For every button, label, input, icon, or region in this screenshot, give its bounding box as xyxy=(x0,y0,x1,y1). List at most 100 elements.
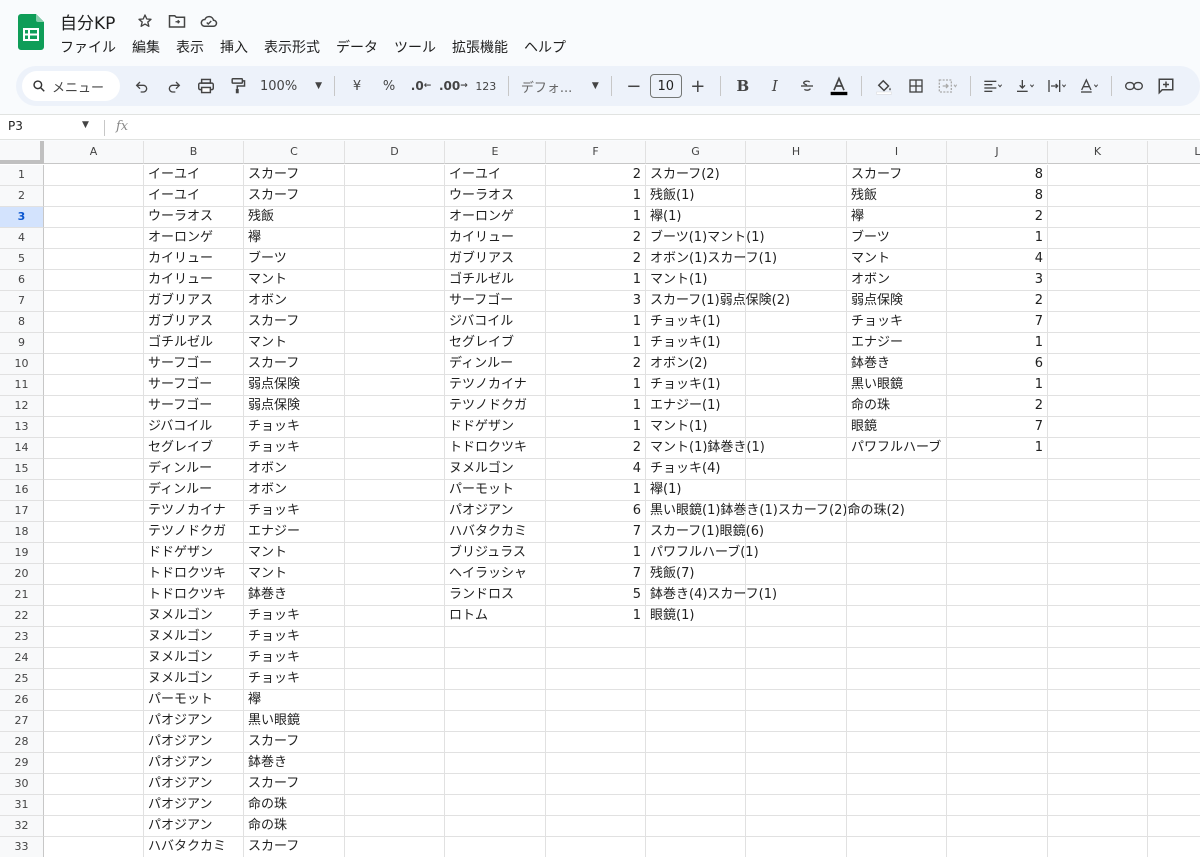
cell-K23[interactable] xyxy=(1048,627,1148,648)
cell-L5[interactable] xyxy=(1148,249,1200,270)
cell-J4[interactable]: 1 xyxy=(947,228,1048,249)
row-header-25[interactable]: 25 xyxy=(0,669,44,690)
cell-A3[interactable] xyxy=(44,207,144,228)
cell-K5[interactable] xyxy=(1048,249,1148,270)
row-header-19[interactable]: 19 xyxy=(0,543,44,564)
cell-G5[interactable]: オボン(1)スカーフ(1) xyxy=(646,249,777,270)
cell-G12[interactable]: エナジー(1) xyxy=(646,396,746,417)
cell-E8[interactable]: ジバコイル xyxy=(445,312,546,333)
row-header-18[interactable]: 18 xyxy=(0,522,44,543)
cell-J14[interactable]: 1 xyxy=(947,438,1048,459)
cell-I11[interactable]: 黒い眼鏡 xyxy=(847,375,947,396)
merge-cells-button[interactable] xyxy=(934,72,962,100)
cell-J1[interactable]: 8 xyxy=(947,165,1048,186)
row-header-10[interactable]: 10 xyxy=(0,354,44,375)
cell-K13[interactable] xyxy=(1048,417,1148,438)
cell-H24[interactable] xyxy=(746,648,847,669)
cell-L17[interactable] xyxy=(1148,501,1200,522)
decrease-font-size-button[interactable]: − xyxy=(620,72,648,100)
cell-H22[interactable] xyxy=(746,606,847,627)
cell-D31[interactable] xyxy=(345,795,445,816)
column-header-A[interactable]: A xyxy=(44,141,144,164)
cell-J6[interactable]: 3 xyxy=(947,270,1048,291)
row-header-4[interactable]: 4 xyxy=(0,228,44,249)
cell-L6[interactable] xyxy=(1148,270,1200,291)
cell-L29[interactable] xyxy=(1148,753,1200,774)
row-header-33[interactable]: 33 xyxy=(0,837,44,857)
cell-F28[interactable] xyxy=(546,732,646,753)
cell-E11[interactable]: テツノカイナ xyxy=(445,375,546,396)
cell-J18[interactable] xyxy=(947,522,1048,543)
cell-G9[interactable]: チョッキ(1) xyxy=(646,333,746,354)
cell-G30[interactable] xyxy=(646,774,746,795)
sheet-grid[interactable]: A B C D E F G H I J K L 1 イーユイ スカーフ イーユイ 2 スカーフ(2) スカーフ 8 2 イ… xyxy=(0,141,1200,857)
cell-I12[interactable]: 命の珠 xyxy=(847,396,947,417)
cell-C31[interactable]: 命の珠 xyxy=(244,795,345,816)
cell-F2[interactable]: 1 xyxy=(546,186,646,207)
cell-G32[interactable] xyxy=(646,816,746,837)
cell-D14[interactable] xyxy=(345,438,445,459)
cell-A24[interactable] xyxy=(44,648,144,669)
cell-H15[interactable] xyxy=(746,459,847,480)
cell-C2[interactable]: スカーフ xyxy=(244,186,345,207)
cell-K9[interactable] xyxy=(1048,333,1148,354)
formula-input[interactable] xyxy=(140,119,1190,137)
cell-D4[interactable] xyxy=(345,228,445,249)
column-header-K[interactable]: K xyxy=(1048,141,1148,164)
cell-J31[interactable] xyxy=(947,795,1048,816)
cell-J5[interactable]: 4 xyxy=(947,249,1048,270)
cell-A20[interactable] xyxy=(44,564,144,585)
cell-F25[interactable] xyxy=(546,669,646,690)
cell-E12[interactable]: テツノドクガ xyxy=(445,396,546,417)
cell-H10[interactable] xyxy=(746,354,847,375)
column-header-F[interactable]: F xyxy=(546,141,646,164)
cell-J11[interactable]: 1 xyxy=(947,375,1048,396)
cell-L19[interactable] xyxy=(1148,543,1200,564)
cell-L24[interactable] xyxy=(1148,648,1200,669)
cell-K24[interactable] xyxy=(1048,648,1148,669)
cell-E19[interactable]: ブリジュラス xyxy=(445,543,546,564)
cell-C4[interactable]: 襷 xyxy=(244,228,345,249)
cell-A33[interactable] xyxy=(44,837,144,857)
bold-button[interactable]: B xyxy=(729,72,757,100)
cell-I24[interactable] xyxy=(847,648,947,669)
cell-C5[interactable]: ブーツ xyxy=(244,249,345,270)
undo-button[interactable] xyxy=(128,72,156,100)
cell-L18[interactable] xyxy=(1148,522,1200,543)
cell-H33[interactable] xyxy=(746,837,847,857)
cell-F17[interactable]: 6 xyxy=(546,501,646,522)
menu-insert[interactable]: 挿入 xyxy=(220,37,256,57)
cell-A10[interactable] xyxy=(44,354,144,375)
cell-C1[interactable]: スカーフ xyxy=(244,165,345,186)
cell-J16[interactable] xyxy=(947,480,1048,501)
document-title[interactable]: 自分KP xyxy=(60,9,115,34)
cell-K14[interactable] xyxy=(1048,438,1148,459)
cell-H7[interactable] xyxy=(746,291,847,312)
cell-G25[interactable] xyxy=(646,669,746,690)
cell-J7[interactable]: 2 xyxy=(947,291,1048,312)
cell-E9[interactable]: セグレイブ xyxy=(445,333,546,354)
cell-F33[interactable] xyxy=(546,837,646,857)
cell-L4[interactable] xyxy=(1148,228,1200,249)
cell-G29[interactable] xyxy=(646,753,746,774)
cell-H14[interactable] xyxy=(746,438,847,459)
cell-A15[interactable] xyxy=(44,459,144,480)
row-header-7[interactable]: 7 xyxy=(0,291,44,312)
cell-I8[interactable]: チョッキ xyxy=(847,312,947,333)
cell-C32[interactable]: 命の珠 xyxy=(244,816,345,837)
cell-J3[interactable]: 2 xyxy=(947,207,1048,228)
cell-H3[interactable] xyxy=(746,207,847,228)
cell-J30[interactable] xyxy=(947,774,1048,795)
cell-L12[interactable] xyxy=(1148,396,1200,417)
cell-D23[interactable] xyxy=(345,627,445,648)
cell-B21[interactable]: トドロクツキ xyxy=(144,585,244,606)
cell-H6[interactable] xyxy=(746,270,847,291)
cell-F26[interactable] xyxy=(546,690,646,711)
menu-view[interactable]: 表示 xyxy=(176,37,212,57)
row-header-30[interactable]: 30 xyxy=(0,774,44,795)
cell-K19[interactable] xyxy=(1048,543,1148,564)
cell-C23[interactable]: チョッキ xyxy=(244,627,345,648)
cell-H8[interactable] xyxy=(746,312,847,333)
cell-L9[interactable] xyxy=(1148,333,1200,354)
cell-F19[interactable]: 1 xyxy=(546,543,646,564)
